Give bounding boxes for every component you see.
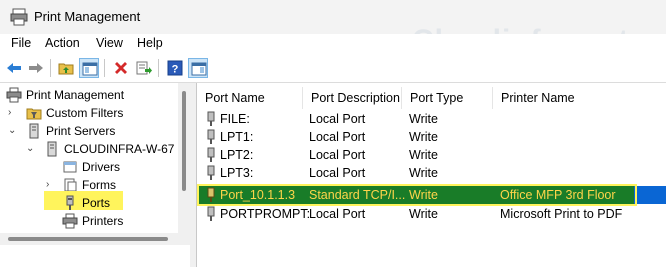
menu-help[interactable]: Help — [137, 36, 163, 50]
port-description-cell: Local Port — [309, 148, 366, 162]
help-icon: ? — [167, 60, 183, 76]
chevron-down-icon[interactable]: ⌄ — [8, 122, 16, 140]
table-row[interactable]: LPT2: Local Port Write — [197, 146, 666, 164]
chevron-right-icon[interactable]: › — [8, 104, 11, 122]
delete-icon — [115, 62, 127, 74]
toolbar-separator — [158, 59, 159, 77]
back-arrow-icon — [7, 63, 21, 73]
port-description-cell: Local Port — [309, 166, 366, 180]
help-button[interactable]: ? — [165, 58, 185, 78]
tree-label: Ports — [82, 196, 111, 210]
scrollbar-thumb[interactable] — [182, 91, 186, 191]
toolbar-separator — [104, 59, 105, 77]
delete-button[interactable] — [111, 58, 131, 78]
toolbar: ? — [0, 54, 666, 83]
tree-label: Drivers — [82, 160, 120, 174]
port-type-cell: Write — [409, 148, 438, 162]
table-row[interactable]: LPT1: Local Port Write — [197, 128, 666, 146]
toolbar-separator — [50, 59, 51, 77]
menu-bar: File Action View Help — [0, 34, 666, 54]
port-type-cell: Write — [409, 112, 438, 126]
selection-highlight — [634, 186, 666, 204]
port-type-cell: Write — [409, 130, 438, 144]
printer-icon — [62, 213, 78, 234]
tree-item-custom-filters[interactable]: › Custom Filters — [8, 104, 178, 122]
tree-vertical-scrollbar[interactable] — [178, 83, 190, 233]
tree-horizontal-scrollbar[interactable] — [0, 233, 190, 245]
tree-item-server[interactable]: ⌄ CLOUDINFRA-W-67 — [26, 140, 176, 158]
tree-label: Printers — [82, 214, 124, 228]
table-row[interactable]: PORTPROMPT: Local Port Write Microsoft P… — [197, 205, 666, 223]
window-title: Print Management — [34, 9, 141, 24]
scrollbar-thumb[interactable] — [8, 237, 168, 241]
menu-view[interactable]: View — [96, 36, 123, 50]
column-header-port-description[interactable]: Port Description — [303, 87, 402, 109]
port-description-cell: Local Port — [309, 130, 366, 144]
menu-action[interactable]: Action — [45, 36, 80, 50]
forward-button[interactable] — [26, 58, 46, 78]
table-row[interactable]: FILE: Local Port Write — [197, 110, 666, 128]
export-list-icon — [136, 61, 152, 75]
port-name-cell: LPT2: — [220, 148, 254, 162]
print-management-app-icon — [10, 8, 28, 29]
tree-item-print-management[interactable]: Print Management — [6, 86, 176, 104]
row-highlight-marker — [197, 184, 637, 206]
port-description-cell: Local Port — [309, 207, 366, 221]
show-hide-action-pane-button[interactable] — [188, 58, 208, 78]
show-hide-tree-icon — [82, 62, 98, 76]
column-header-printer-name[interactable]: Printer Name — [493, 87, 666, 109]
port-name-cell: LPT1: — [220, 130, 254, 144]
tree-item-print-servers[interactable]: ⌄ Print Servers — [8, 122, 178, 140]
port-description-cell: Local Port — [309, 112, 366, 126]
port-connector-icon — [205, 165, 217, 186]
port-name-cell: LPT3: — [220, 166, 254, 180]
port-type-cell: Write — [409, 166, 438, 180]
table-row[interactable]: LPT3: Local Port Write — [197, 164, 666, 182]
up-one-level-button[interactable] — [56, 58, 76, 78]
menu-file[interactable]: File — [11, 36, 31, 50]
chevron-down-icon[interactable]: ⌄ — [26, 140, 34, 158]
tree-item-drivers[interactable]: Drivers — [62, 158, 172, 176]
svg-text:?: ? — [172, 64, 179, 76]
tree-item-ports[interactable]: Ports — [62, 194, 172, 212]
show-hide-action-pane-icon — [191, 62, 207, 76]
printer-name-cell: Microsoft Print to PDF — [500, 207, 623, 221]
column-header-port-name[interactable]: Port Name — [197, 87, 303, 109]
tree-label: Print Servers — [46, 124, 116, 138]
tree-label: CLOUDINFRA-W-67 — [64, 142, 175, 156]
port-type-cell: Write — [409, 207, 438, 221]
forward-arrow-icon — [29, 63, 43, 73]
show-hide-console-tree-button[interactable] — [79, 58, 99, 78]
server-icon — [44, 141, 60, 162]
tree-label: Print Management — [26, 88, 125, 102]
tree-item-printers[interactable]: Printers — [62, 212, 172, 230]
up-folder-icon — [58, 63, 74, 75]
port-connector-icon — [205, 206, 217, 227]
back-button[interactable] — [4, 58, 24, 78]
export-list-button[interactable] — [134, 58, 154, 78]
column-header-port-type[interactable]: Port Type — [402, 87, 493, 109]
port-name-cell: PORTPROMPT: — [220, 207, 311, 221]
port-name-cell: FILE: — [220, 112, 250, 126]
tree-label: Custom Filters — [46, 106, 124, 120]
